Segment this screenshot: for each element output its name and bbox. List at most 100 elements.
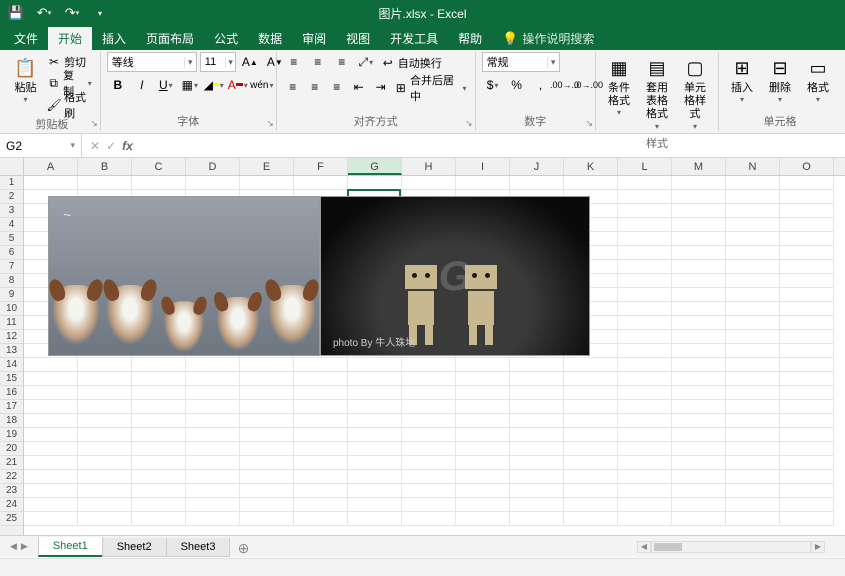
cell[interactable] xyxy=(186,372,240,386)
font-color-button[interactable]: A▾ xyxy=(227,75,249,95)
cell[interactable] xyxy=(294,456,348,470)
cell[interactable] xyxy=(24,400,78,414)
cell[interactable] xyxy=(780,386,834,400)
cell[interactable] xyxy=(780,358,834,372)
cell[interactable] xyxy=(402,358,456,372)
cell[interactable] xyxy=(348,456,402,470)
cell[interactable] xyxy=(456,498,510,512)
cell[interactable] xyxy=(24,484,78,498)
cell[interactable] xyxy=(294,414,348,428)
cell[interactable] xyxy=(186,428,240,442)
cell[interactable] xyxy=(780,428,834,442)
cell[interactable] xyxy=(726,386,780,400)
cell[interactable] xyxy=(672,288,726,302)
cell[interactable] xyxy=(564,484,618,498)
name-box-input[interactable] xyxy=(6,139,56,153)
tab-help[interactable]: 帮助 xyxy=(448,27,492,50)
cell[interactable] xyxy=(618,302,672,316)
cell[interactable] xyxy=(780,414,834,428)
merge-center-button[interactable]: ⊞合并后居中▾ xyxy=(393,77,469,99)
row-header[interactable]: 17 xyxy=(0,400,23,414)
cell[interactable] xyxy=(348,442,402,456)
cell[interactable] xyxy=(78,512,132,526)
cell[interactable] xyxy=(456,176,510,190)
cell[interactable] xyxy=(618,176,672,190)
scroll-track[interactable] xyxy=(651,541,811,553)
cell[interactable] xyxy=(132,498,186,512)
cell[interactable] xyxy=(456,512,510,526)
cell[interactable] xyxy=(780,288,834,302)
cell[interactable] xyxy=(672,428,726,442)
cell[interactable] xyxy=(78,470,132,484)
cell[interactable] xyxy=(672,512,726,526)
cell[interactable] xyxy=(618,288,672,302)
cell[interactable] xyxy=(618,358,672,372)
cell[interactable] xyxy=(618,330,672,344)
cell[interactable] xyxy=(672,176,726,190)
cell[interactable] xyxy=(78,498,132,512)
font-name-combo[interactable]: ▾ xyxy=(107,52,197,72)
cell[interactable] xyxy=(780,372,834,386)
cell[interactable] xyxy=(456,484,510,498)
cell[interactable] xyxy=(402,386,456,400)
row-header[interactable]: 6 xyxy=(0,246,23,260)
cell[interactable] xyxy=(618,484,672,498)
cell[interactable] xyxy=(78,400,132,414)
cell[interactable] xyxy=(726,484,780,498)
cell[interactable] xyxy=(402,400,456,414)
cell[interactable] xyxy=(780,302,834,316)
cell[interactable] xyxy=(240,484,294,498)
cell[interactable] xyxy=(618,400,672,414)
cell[interactable] xyxy=(132,456,186,470)
chevron-down-icon[interactable]: ▾ xyxy=(70,140,75,151)
cell[interactable] xyxy=(726,498,780,512)
indent-decrease-button[interactable]: ⇤ xyxy=(349,77,369,97)
cell[interactable] xyxy=(618,190,672,204)
cell[interactable] xyxy=(78,358,132,372)
column-header[interactable]: C xyxy=(132,158,186,175)
insert-cells-button[interactable]: ⊞插入▾ xyxy=(725,52,759,108)
row-header[interactable]: 10 xyxy=(0,302,23,316)
cell[interactable] xyxy=(726,204,780,218)
cell[interactable] xyxy=(618,218,672,232)
cell[interactable] xyxy=(672,218,726,232)
cell[interactable] xyxy=(186,386,240,400)
row-header[interactable]: 13 xyxy=(0,344,23,358)
tab-formulas[interactable]: 公式 xyxy=(204,27,248,50)
cell[interactable] xyxy=(240,456,294,470)
cell[interactable] xyxy=(510,484,564,498)
cell[interactable] xyxy=(24,456,78,470)
cell[interactable] xyxy=(726,246,780,260)
enter-formula-button[interactable]: ✓ xyxy=(106,139,116,153)
font-name-input[interactable] xyxy=(108,56,184,68)
cell[interactable] xyxy=(132,358,186,372)
scroll-thumb[interactable] xyxy=(654,543,682,551)
cell[interactable] xyxy=(726,274,780,288)
sheet-tab-1[interactable]: Sheet1 xyxy=(38,537,103,557)
delete-cells-button[interactable]: ⊟删除▾ xyxy=(763,52,797,108)
cell[interactable] xyxy=(348,414,402,428)
cell[interactable] xyxy=(348,386,402,400)
cell[interactable] xyxy=(780,218,834,232)
cell[interactable] xyxy=(618,316,672,330)
qat-customize[interactable]: ▾ xyxy=(90,3,110,23)
align-left-button[interactable]: ≡ xyxy=(283,77,303,97)
cell[interactable] xyxy=(132,372,186,386)
cell[interactable] xyxy=(672,190,726,204)
cell[interactable] xyxy=(618,442,672,456)
cell[interactable] xyxy=(294,470,348,484)
cell[interactable] xyxy=(510,414,564,428)
number-format-combo[interactable]: ▾ xyxy=(482,52,560,72)
cell[interactable] xyxy=(564,512,618,526)
cell[interactable] xyxy=(510,456,564,470)
row-header[interactable]: 5 xyxy=(0,232,23,246)
tab-home[interactable]: 开始 xyxy=(48,27,92,50)
select-all-button[interactable] xyxy=(0,158,24,176)
align-top-button[interactable]: ≡ xyxy=(283,52,305,72)
cell[interactable] xyxy=(726,176,780,190)
sheet-tab-3[interactable]: Sheet3 xyxy=(166,538,231,557)
cell[interactable] xyxy=(240,498,294,512)
cell[interactable] xyxy=(726,288,780,302)
row-header[interactable]: 12 xyxy=(0,330,23,344)
cell[interactable] xyxy=(294,512,348,526)
